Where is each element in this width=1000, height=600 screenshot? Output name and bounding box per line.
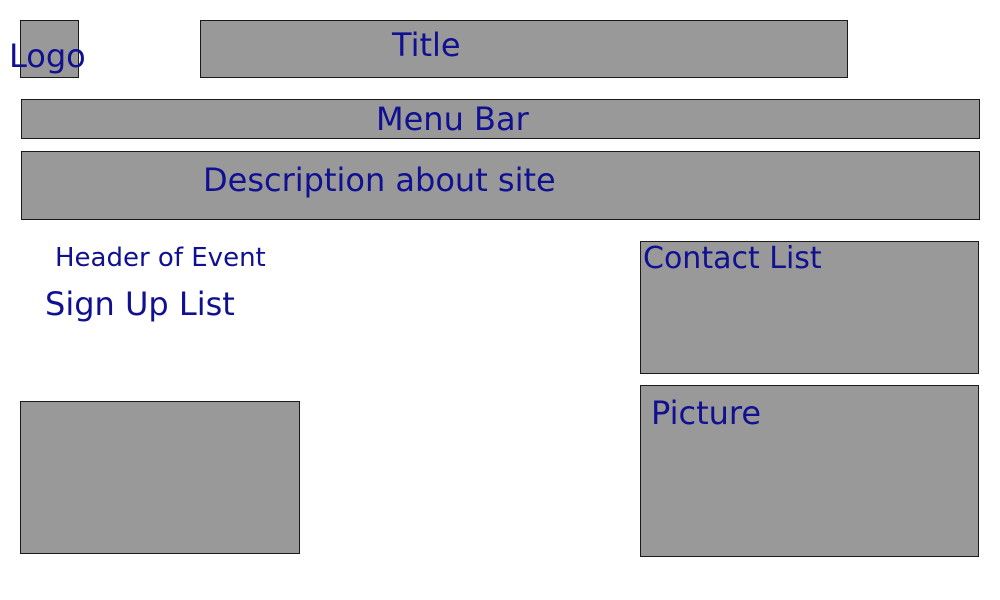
title-label: Title <box>392 26 461 64</box>
wireframe-canvas: Logo Title Menu Bar Description about si… <box>0 0 1000 600</box>
sign-up-list-label: Sign Up List <box>45 285 235 323</box>
contact-list-label: Contact List <box>643 241 822 276</box>
event-header-label: Header of Event <box>55 243 266 273</box>
description-label: Description about site <box>203 161 556 199</box>
picture-label: Picture <box>651 394 762 432</box>
logo-label: Logo <box>9 37 86 75</box>
menu-bar-label: Menu Bar <box>376 100 529 138</box>
sign-up-list-placeholder <box>20 401 300 554</box>
title-placeholder <box>200 20 848 78</box>
